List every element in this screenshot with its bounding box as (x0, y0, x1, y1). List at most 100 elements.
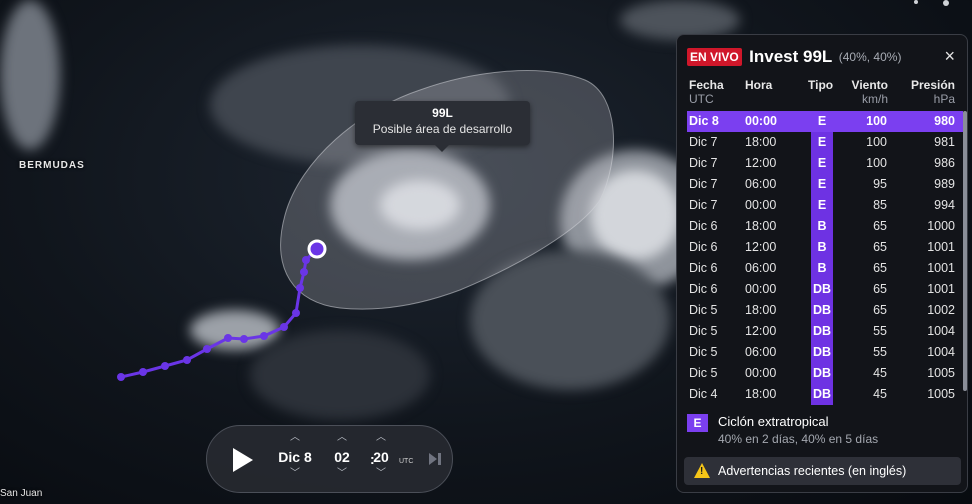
track-point[interactable] (296, 284, 304, 292)
cell-hour: 06:00 (745, 345, 777, 359)
column-pressure-unit: hPa (933, 92, 955, 106)
table-row[interactable]: Dic 6 00:00 DB 65 1001 (687, 279, 963, 300)
close-icon[interactable]: × (944, 46, 955, 67)
cell-wind: 100 (866, 135, 887, 149)
cell-type: E (811, 153, 833, 174)
cell-pressure: 1004 (927, 345, 955, 359)
table-row[interactable]: Dic 6 12:00 B 65 1001 (687, 237, 963, 258)
cell-pressure: 1001 (927, 240, 955, 254)
tooltip-subtitle: Posible área de desarrollo (372, 122, 513, 136)
column-wind-unit: km/h (861, 92, 888, 106)
cell-date: Dic 5 (689, 303, 718, 317)
table-row[interactable]: Dic 6 18:00 B 65 1000 (687, 216, 963, 237)
track-point[interactable] (139, 368, 147, 376)
cell-type: DB (811, 363, 833, 384)
track-point[interactable] (300, 268, 308, 276)
table-row[interactable]: Dic 5 12:00 DB 55 1004 (687, 321, 963, 342)
cell-pressure: 1000 (927, 219, 955, 233)
forecast-table[interactable]: Dic 8 00:00 E 100 980 Dic 7 18:00 E 100 981 Dic 7 1… (687, 111, 963, 407)
cell-type: B (811, 237, 833, 258)
track-point[interactable] (302, 256, 310, 264)
table-scrollbar[interactable] (963, 111, 967, 391)
tooltip-title: 99L (432, 106, 453, 120)
cell-hour: 12:00 (745, 156, 777, 170)
table-row[interactable]: Dic 6 06:00 B 65 1001 (687, 258, 963, 279)
cell-date: Dic 6 (689, 219, 718, 233)
cell-hour: 00:00 (745, 198, 777, 212)
chevron-down-icon[interactable]: ﹀ (322, 468, 362, 482)
cell-pressure: 1005 (927, 366, 955, 380)
track-point[interactable] (117, 373, 125, 381)
table-row[interactable]: Dic 5 18:00 DB 65 1002 (687, 300, 963, 321)
table-row[interactable]: Dic 7 12:00 E 100 986 (687, 153, 963, 174)
table-row[interactable]: Dic 7 00:00 E 85 994 (687, 195, 963, 216)
track-point[interactable] (240, 335, 248, 343)
track-point[interactable] (280, 323, 288, 331)
cell-date: Dic 4 (689, 387, 718, 401)
cell-date: Dic 5 (689, 324, 718, 338)
cell-wind: 55 (873, 345, 887, 359)
cell-pressure: 986 (934, 156, 955, 170)
track-point[interactable] (203, 345, 211, 353)
cell-type: E (811, 195, 833, 216)
storm-probability: (40%, 40%) (838, 50, 902, 64)
chevron-down-icon[interactable]: ﹀ (361, 468, 401, 482)
table-row[interactable]: Dic 8 00:00 E 100 980 (687, 111, 963, 132)
table-row[interactable]: Dic 5 00:00 DB 45 1005 (687, 363, 963, 384)
cell-type: DB (811, 279, 833, 300)
table-row[interactable]: Dic 7 06:00 E 95 989 (687, 174, 963, 195)
chevron-up-icon[interactable]: ︿ (322, 432, 362, 446)
cell-wind: 45 (873, 387, 887, 401)
legend-name: Ciclón extratropical (718, 414, 829, 429)
cell-wind: 55 (873, 324, 887, 338)
table-row[interactable]: Dic 7 18:00 E 100 981 (687, 132, 963, 153)
cell-date: Dic 7 (689, 156, 718, 170)
track-point[interactable] (292, 309, 300, 317)
cell-type: B (811, 258, 833, 279)
cell-pressure: 1001 (927, 261, 955, 275)
column-date: Fecha UTC (689, 78, 724, 106)
recent-warnings-label: Advertencias recientes (en inglés) (718, 464, 907, 478)
cell-wind: 95 (873, 177, 887, 191)
timezone-label: UTC (399, 458, 414, 465)
track-point[interactable] (260, 332, 268, 340)
cell-hour: 00:00 (745, 366, 777, 380)
play-icon[interactable] (233, 448, 253, 472)
chevron-down-icon[interactable]: ﹀ (275, 468, 315, 482)
recent-warnings-button[interactable]: Advertencias recientes (en inglés) (684, 457, 961, 485)
cell-wind: 45 (873, 366, 887, 380)
cell-date: Dic 6 (689, 282, 718, 296)
chevron-up-icon[interactable]: ︿ (361, 432, 401, 446)
panel-header: EN VIVO Invest 99L (40%, 40%) × (687, 46, 957, 69)
cell-pressure: 1005 (927, 387, 955, 401)
map-corner-controls (914, 0, 949, 6)
cell-date: Dic 5 (689, 345, 718, 359)
skip-to-end-icon[interactable] (429, 452, 443, 466)
cell-hour: 18:00 (745, 387, 777, 401)
cell-type: DB (811, 300, 833, 321)
cell-hour: 12:00 (745, 324, 777, 338)
scrollbar-thumb[interactable] (963, 111, 967, 391)
cell-date: Dic 5 (689, 366, 718, 380)
table-row[interactable]: Dic 4 18:00 DB 45 1005 (687, 384, 963, 405)
map-label-san-juan: San Juan (0, 488, 43, 499)
storm-title: Invest 99L (749, 47, 833, 66)
cell-pressure: 1001 (927, 282, 955, 296)
track-point[interactable] (224, 334, 232, 342)
column-date-label: Fecha (689, 78, 724, 92)
cell-wind: 65 (873, 240, 887, 254)
column-hour-label: Hora (745, 78, 773, 92)
cell-type: E (811, 174, 833, 195)
cell-hour: 18:00 (745, 303, 777, 317)
column-pressure: Presión hPa (905, 78, 955, 106)
table-row[interactable]: Dic 5 06:00 DB 55 1004 (687, 342, 963, 363)
track-point[interactable] (161, 362, 169, 370)
track-point[interactable] (183, 356, 191, 364)
cell-pressure: 1002 (927, 303, 955, 317)
cell-pressure: 1004 (927, 324, 955, 338)
chevron-up-icon[interactable]: ︿ (275, 432, 315, 446)
minute-value: 20 (373, 449, 389, 465)
current-position-marker[interactable] (307, 239, 327, 259)
storm-track-points (117, 256, 310, 381)
storm-info-panel: EN VIVO Invest 99L (40%, 40%) × Fecha UT… (676, 34, 968, 493)
